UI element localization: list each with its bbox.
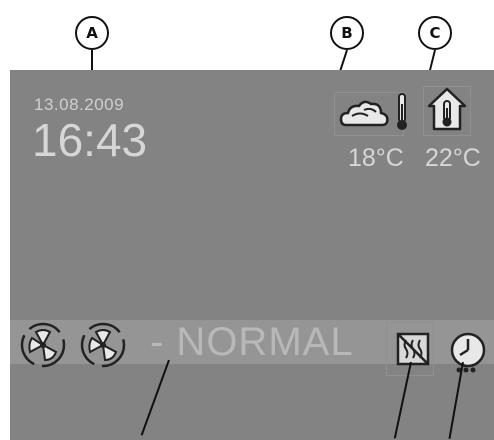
callout-c: C [418,16,452,50]
fan-icon[interactable] [18,320,68,370]
time-display[interactable]: 16:43 [32,117,147,163]
operating-mode-label[interactable]: - NORMAL [150,322,354,362]
heating-off-icon[interactable] [396,332,430,366]
clock-icon[interactable] [446,330,492,376]
indoor-temperature: 22°C [425,144,481,172]
fan-icon[interactable] [78,320,128,370]
house-thermometer-icon [427,87,467,131]
callout-b: B [330,16,364,50]
date-display: 13.08.2009 [34,95,125,114]
cloud-thermometer-icon [339,93,407,130]
outdoor-temperature: 18°C [348,144,404,172]
callout-a: A [75,16,109,50]
